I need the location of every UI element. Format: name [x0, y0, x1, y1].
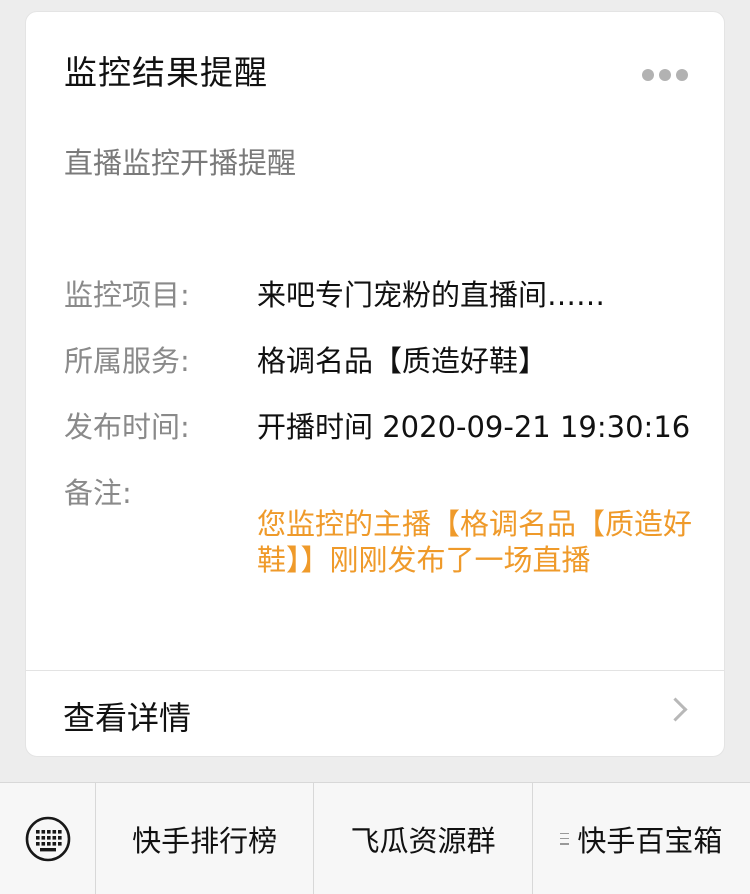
menu-item-toolbox[interactable]: 快手百宝箱: [533, 783, 750, 894]
menu-item-ranking-label: 快手排行榜: [132, 823, 278, 858]
field-label-time: 发布时间:: [64, 410, 190, 444]
chevron-right-icon: [663, 697, 688, 722]
field-label-service: 所属服务:: [64, 344, 190, 378]
bottom-menu-bar: 快手排行榜 飞瓜资源群 快手百宝箱: [0, 782, 750, 894]
menu-item-resource-group-label: 飞瓜资源群: [350, 823, 496, 858]
keyboard-icon[interactable]: [0, 783, 96, 894]
field-value-service: 格调名品【质造好鞋】: [257, 344, 548, 378]
submenu-icon: [560, 832, 570, 845]
card-subtitle: 直播监控开播提醒: [64, 146, 297, 180]
field-value-project: 来吧专门宠粉的直播间……: [257, 278, 606, 312]
field-label-project: 监控项目:: [64, 278, 190, 312]
field-value-remark: 您监控的主播【格调名品【质造好鞋】】刚刚发布了一场直播: [257, 507, 693, 577]
menu-item-toolbox-label: 快手百宝箱: [577, 823, 723, 858]
card-title: 监控结果提醒: [64, 53, 268, 92]
field-label-remark: 备注:: [64, 476, 132, 510]
view-details-label: 查看详情: [63, 699, 192, 737]
field-value-time: 开播时间 2020-09-21 19:30:16: [257, 410, 691, 444]
view-details-link[interactable]: 查看详情: [26, 671, 724, 757]
more-dots-icon[interactable]: [642, 68, 688, 82]
message-card: 监控结果提醒 直播监控开播提醒 监控项目: 来吧专门宠粉的直播间…… 所属服务:…: [25, 11, 725, 757]
menu-item-ranking[interactable]: 快手排行榜: [96, 783, 315, 894]
menu-item-resource-group[interactable]: 飞瓜资源群: [314, 783, 533, 894]
